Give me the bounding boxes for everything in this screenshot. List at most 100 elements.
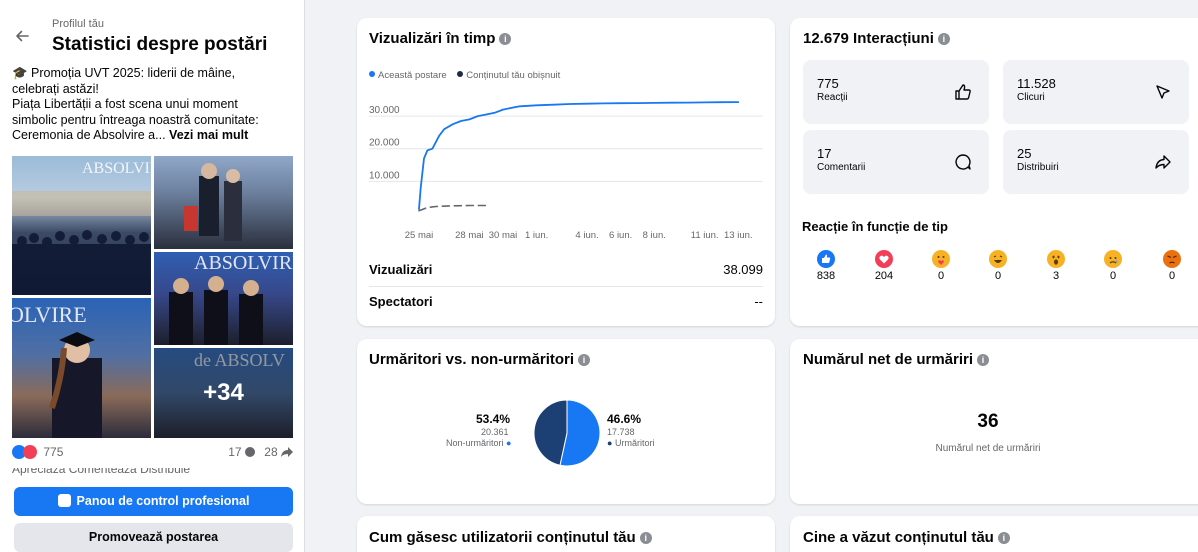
- legend-dot: [369, 71, 375, 77]
- post-action-bar: Apreciază Comentează Distribuie: [12, 468, 293, 478]
- post-photo[interactable]: [154, 156, 293, 249]
- comments-shares-summary[interactable]: 17 28: [228, 445, 293, 461]
- x-tick-label: 6 iun.: [609, 230, 632, 241]
- card-title-text: Numărul net de urmăriri: [803, 351, 974, 368]
- thumbs-up-icon: [955, 84, 971, 100]
- reaction-love: 204: [869, 250, 899, 282]
- tile-value: 775: [817, 76, 839, 91]
- followers-percent: 46.6%: [607, 412, 642, 426]
- reactions-tile[interactable]: 775 Reacții: [803, 60, 989, 124]
- card-title-text: Cine a văzut conținutul tău: [803, 529, 994, 546]
- followers-vs-non-followers-card: Urmăritori vs. non-urmăritori i 53.4% 20.…: [357, 339, 775, 504]
- comments-count: 17: [228, 445, 242, 459]
- clicks-tile[interactable]: 11.528 Clicuri: [1003, 60, 1189, 124]
- post-photo[interactable]: OLVIRE: [12, 298, 151, 438]
- love-reaction-icon: [23, 445, 37, 459]
- tile-label: Comentarii: [817, 162, 866, 173]
- caption-line: 🎓 Promoția UVT 2025: liderii de mâine,: [12, 66, 236, 80]
- shares-tile[interactable]: 25 Distribuiri: [1003, 130, 1189, 194]
- post-insights-sidebar: Profilul tău Statistici despre postări 🎓…: [0, 0, 305, 552]
- share-icon: [1155, 155, 1171, 169]
- views-value: 38.099: [723, 262, 763, 277]
- info-icon[interactable]: i: [937, 33, 950, 45]
- series-line[interactable]: [418, 101, 740, 210]
- info-icon[interactable]: i: [578, 354, 591, 366]
- net-follows-label: Numărul net de urmăriri: [935, 443, 1041, 454]
- reaction-like: 838: [811, 250, 841, 282]
- tile-value: 11.528: [1017, 76, 1056, 91]
- comment-icon: [244, 447, 255, 457]
- reactions-summary[interactable]: 775: [12, 445, 63, 459]
- reaction-count: 0: [994, 270, 1002, 282]
- views-over-time-card: Vizualizări în timp i Această postare Con…: [357, 18, 775, 326]
- caption-line: Piața Libertății a fost scena unui momen…: [12, 97, 238, 111]
- promote-post-button[interactable]: Promovează postarea: [14, 523, 293, 552]
- comments-tile[interactable]: 17 Comentarii: [803, 130, 989, 194]
- tile-label: Clicuri: [1017, 92, 1045, 103]
- haha-reaction-icon: [989, 250, 1007, 268]
- post-photo-more[interactable]: de ABSOLV +34: [154, 348, 293, 438]
- caption-text: Ceremonia de Absolvire a...: [12, 128, 166, 142]
- care-reaction-icon: [932, 250, 950, 268]
- followers-pie-chart[interactable]: [532, 398, 602, 468]
- post-actions-text[interactable]: Apreciază Comentează Distribuie: [12, 468, 190, 476]
- page-title: Statistici despre postări: [52, 34, 268, 55]
- reaction-count: 3: [1052, 270, 1060, 282]
- info-icon[interactable]: i: [499, 33, 512, 45]
- x-tick-label: 30 mai: [489, 230, 518, 241]
- info-icon[interactable]: i: [997, 532, 1010, 544]
- card-title: Cum găsesc utilizatorii conținutul tău i: [369, 529, 652, 546]
- post-photo-grid[interactable]: ABSOLVIRE ABSOLVIRE OL: [12, 156, 293, 438]
- wow-reaction-icon: [1047, 250, 1065, 268]
- info-icon[interactable]: i: [639, 532, 652, 544]
- content-discovery-card: Cum găsesc utilizatorii conținutul tău i: [357, 516, 775, 552]
- dashboard-icon: [57, 494, 71, 507]
- reactions-count: 775: [43, 445, 64, 459]
- post-engagement-summary: 775 17 28: [12, 445, 293, 463]
- like-reaction-icon: [817, 250, 835, 268]
- profile-breadcrumb[interactable]: Profilul tău: [52, 18, 104, 30]
- x-tick-label: 28 mai: [455, 230, 484, 241]
- card-title-text: Cum găsesc utilizatorii conținutul tău: [369, 529, 636, 546]
- legend-dot: ●: [607, 438, 613, 448]
- x-tick-label: 1 iun.: [525, 230, 548, 241]
- post-photo[interactable]: ABSOLVIRE: [12, 156, 151, 295]
- comment-icon: [955, 154, 971, 170]
- reaction-count: 0: [937, 270, 945, 282]
- reaction-count: 0: [1109, 270, 1117, 282]
- card-title: 12.679 Interacțiuni i: [803, 30, 950, 47]
- info-icon[interactable]: i: [977, 354, 990, 366]
- legend-item: Conținutul tău obișnuit: [457, 70, 560, 81]
- card-title-text: Urmăritori vs. non-urmăritori: [369, 351, 575, 368]
- divider: [369, 286, 763, 287]
- pie-slice-followers[interactable]: [533, 399, 568, 466]
- viewers-row: Spectatori --: [369, 294, 763, 314]
- views-label: Vizualizări: [369, 262, 433, 277]
- card-title: Urmăritori vs. non-urmăritori i: [369, 351, 591, 368]
- professional-dashboard-button[interactable]: Panou de control profesional: [14, 487, 293, 516]
- see-more-link[interactable]: Vezi mai mult: [169, 128, 248, 142]
- y-tick-label: 20.000: [369, 138, 400, 149]
- net-follows-card: Numărul net de urmăriri i 36 Numărul net …: [790, 339, 1198, 504]
- love-reaction-icon: [875, 250, 893, 268]
- tile-label: Distribuiri: [1017, 162, 1059, 173]
- x-tick-label: 8 iun.: [643, 230, 666, 241]
- caption-line: simbolic pentru întreaga noastră comunit…: [12, 112, 259, 127]
- post-photo[interactable]: ABSOLVIRE: [154, 252, 293, 345]
- legend-dot: [457, 71, 464, 77]
- reactions-by-type-title: Reacție în funcție de tip: [802, 219, 948, 234]
- x-tick-label: 4 iun.: [575, 230, 598, 241]
- tile-value: 25: [1017, 146, 1032, 161]
- x-tick-label: 11 iun.: [691, 230, 719, 241]
- card-title: Cine a văzut conținutul tău i: [803, 529, 1010, 546]
- sad-reaction-icon: [1104, 250, 1122, 268]
- reaction-haha: 0: [983, 250, 1013, 282]
- share-icon: [281, 446, 293, 461]
- back-arrow-icon[interactable]: [14, 28, 30, 44]
- viewers-label: Spectatori: [369, 294, 433, 309]
- tile-label: Reacții: [817, 92, 848, 103]
- reaction-care: 0: [926, 250, 956, 282]
- series-line[interactable]: [418, 204, 487, 212]
- followers-count: 17.738: [607, 427, 635, 437]
- views-line-chart[interactable]: 10.000 20.000 30.000 25 mai 28 mai 30 mai 1 iu…: [357, 88, 775, 248]
